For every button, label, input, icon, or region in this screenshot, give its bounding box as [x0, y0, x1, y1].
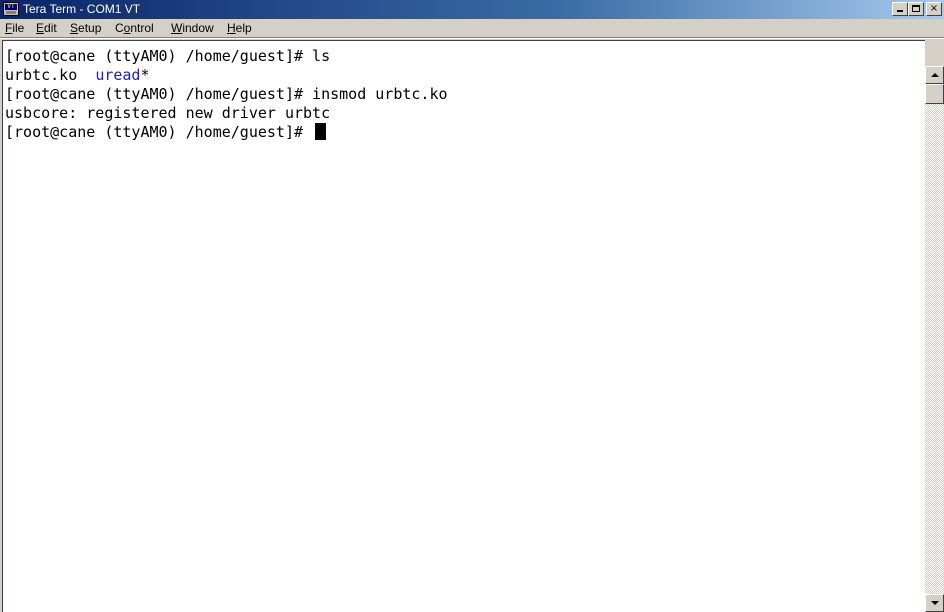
terminal-line: [root@cane (ttyAM0) /home/guest]# insmod… [5, 85, 448, 104]
terminal-text: usbcore: registered new driver urbtc [5, 104, 331, 122]
terminal-line: usbcore: registered new driver urbtc [5, 104, 448, 123]
minimize-icon [897, 10, 903, 12]
terminal-text: [root@cane (ttyAM0) /home/guest]# ls [5, 47, 331, 65]
terminal-line: [root@cane (ttyAM0) /home/guest]# [5, 123, 448, 142]
scroll-thumb[interactable] [925, 84, 944, 104]
menu-window[interactable]: Window [168, 19, 217, 37]
tera-term-window: VT Tera Term - COM1 VT × File Edit Setup… [0, 0, 944, 612]
menu-edit[interactable]: Edit [33, 19, 60, 37]
menu-help[interactable]: Help [224, 19, 255, 37]
scroll-up-button[interactable] [925, 66, 944, 84]
close-button[interactable]: × [926, 2, 942, 16]
close-icon: × [929, 3, 939, 14]
arrow-down-icon [931, 601, 939, 605]
arrow-up-icon [931, 73, 939, 77]
tera-term-icon[interactable]: VT [3, 2, 19, 16]
minimize-button[interactable] [892, 2, 908, 16]
app-icon-label: VT [5, 4, 17, 10]
maximize-button[interactable] [908, 2, 924, 16]
title-bar[interactable]: VT Tera Term - COM1 VT × [0, 0, 944, 19]
menu-bar: File Edit Setup Control Window Help [0, 19, 944, 37]
terminal-text: [root@cane (ttyAM0) /home/guest]# insmod… [5, 85, 448, 103]
menu-control[interactable]: Control [112, 19, 157, 37]
maximize-icon [912, 5, 920, 12]
terminal-text: uread [95, 66, 141, 84]
terminal-line: urbtc.ko uread* [5, 66, 448, 85]
vertical-scrollbar[interactable] [925, 66, 944, 612]
window-title: Tera Term - COM1 VT [23, 2, 141, 16]
scroll-down-button[interactable] [925, 594, 944, 612]
terminal-text: urbtc.ko [5, 66, 96, 84]
terminal-output: [root@cane (ttyAM0) /home/guest]# ls urbt… [5, 47, 448, 142]
terminal-line: [root@cane (ttyAM0) /home/guest]# ls [5, 47, 448, 66]
menu-separator [0, 37, 944, 39]
terminal-cursor [315, 123, 327, 140]
terminal-text: * [140, 66, 150, 84]
terminal-text: [root@cane (ttyAM0) /home/guest]# [5, 123, 313, 141]
window-controls: × [892, 2, 942, 17]
menu-file[interactable]: File [2, 19, 27, 37]
menu-setup[interactable]: Setup [67, 19, 104, 37]
